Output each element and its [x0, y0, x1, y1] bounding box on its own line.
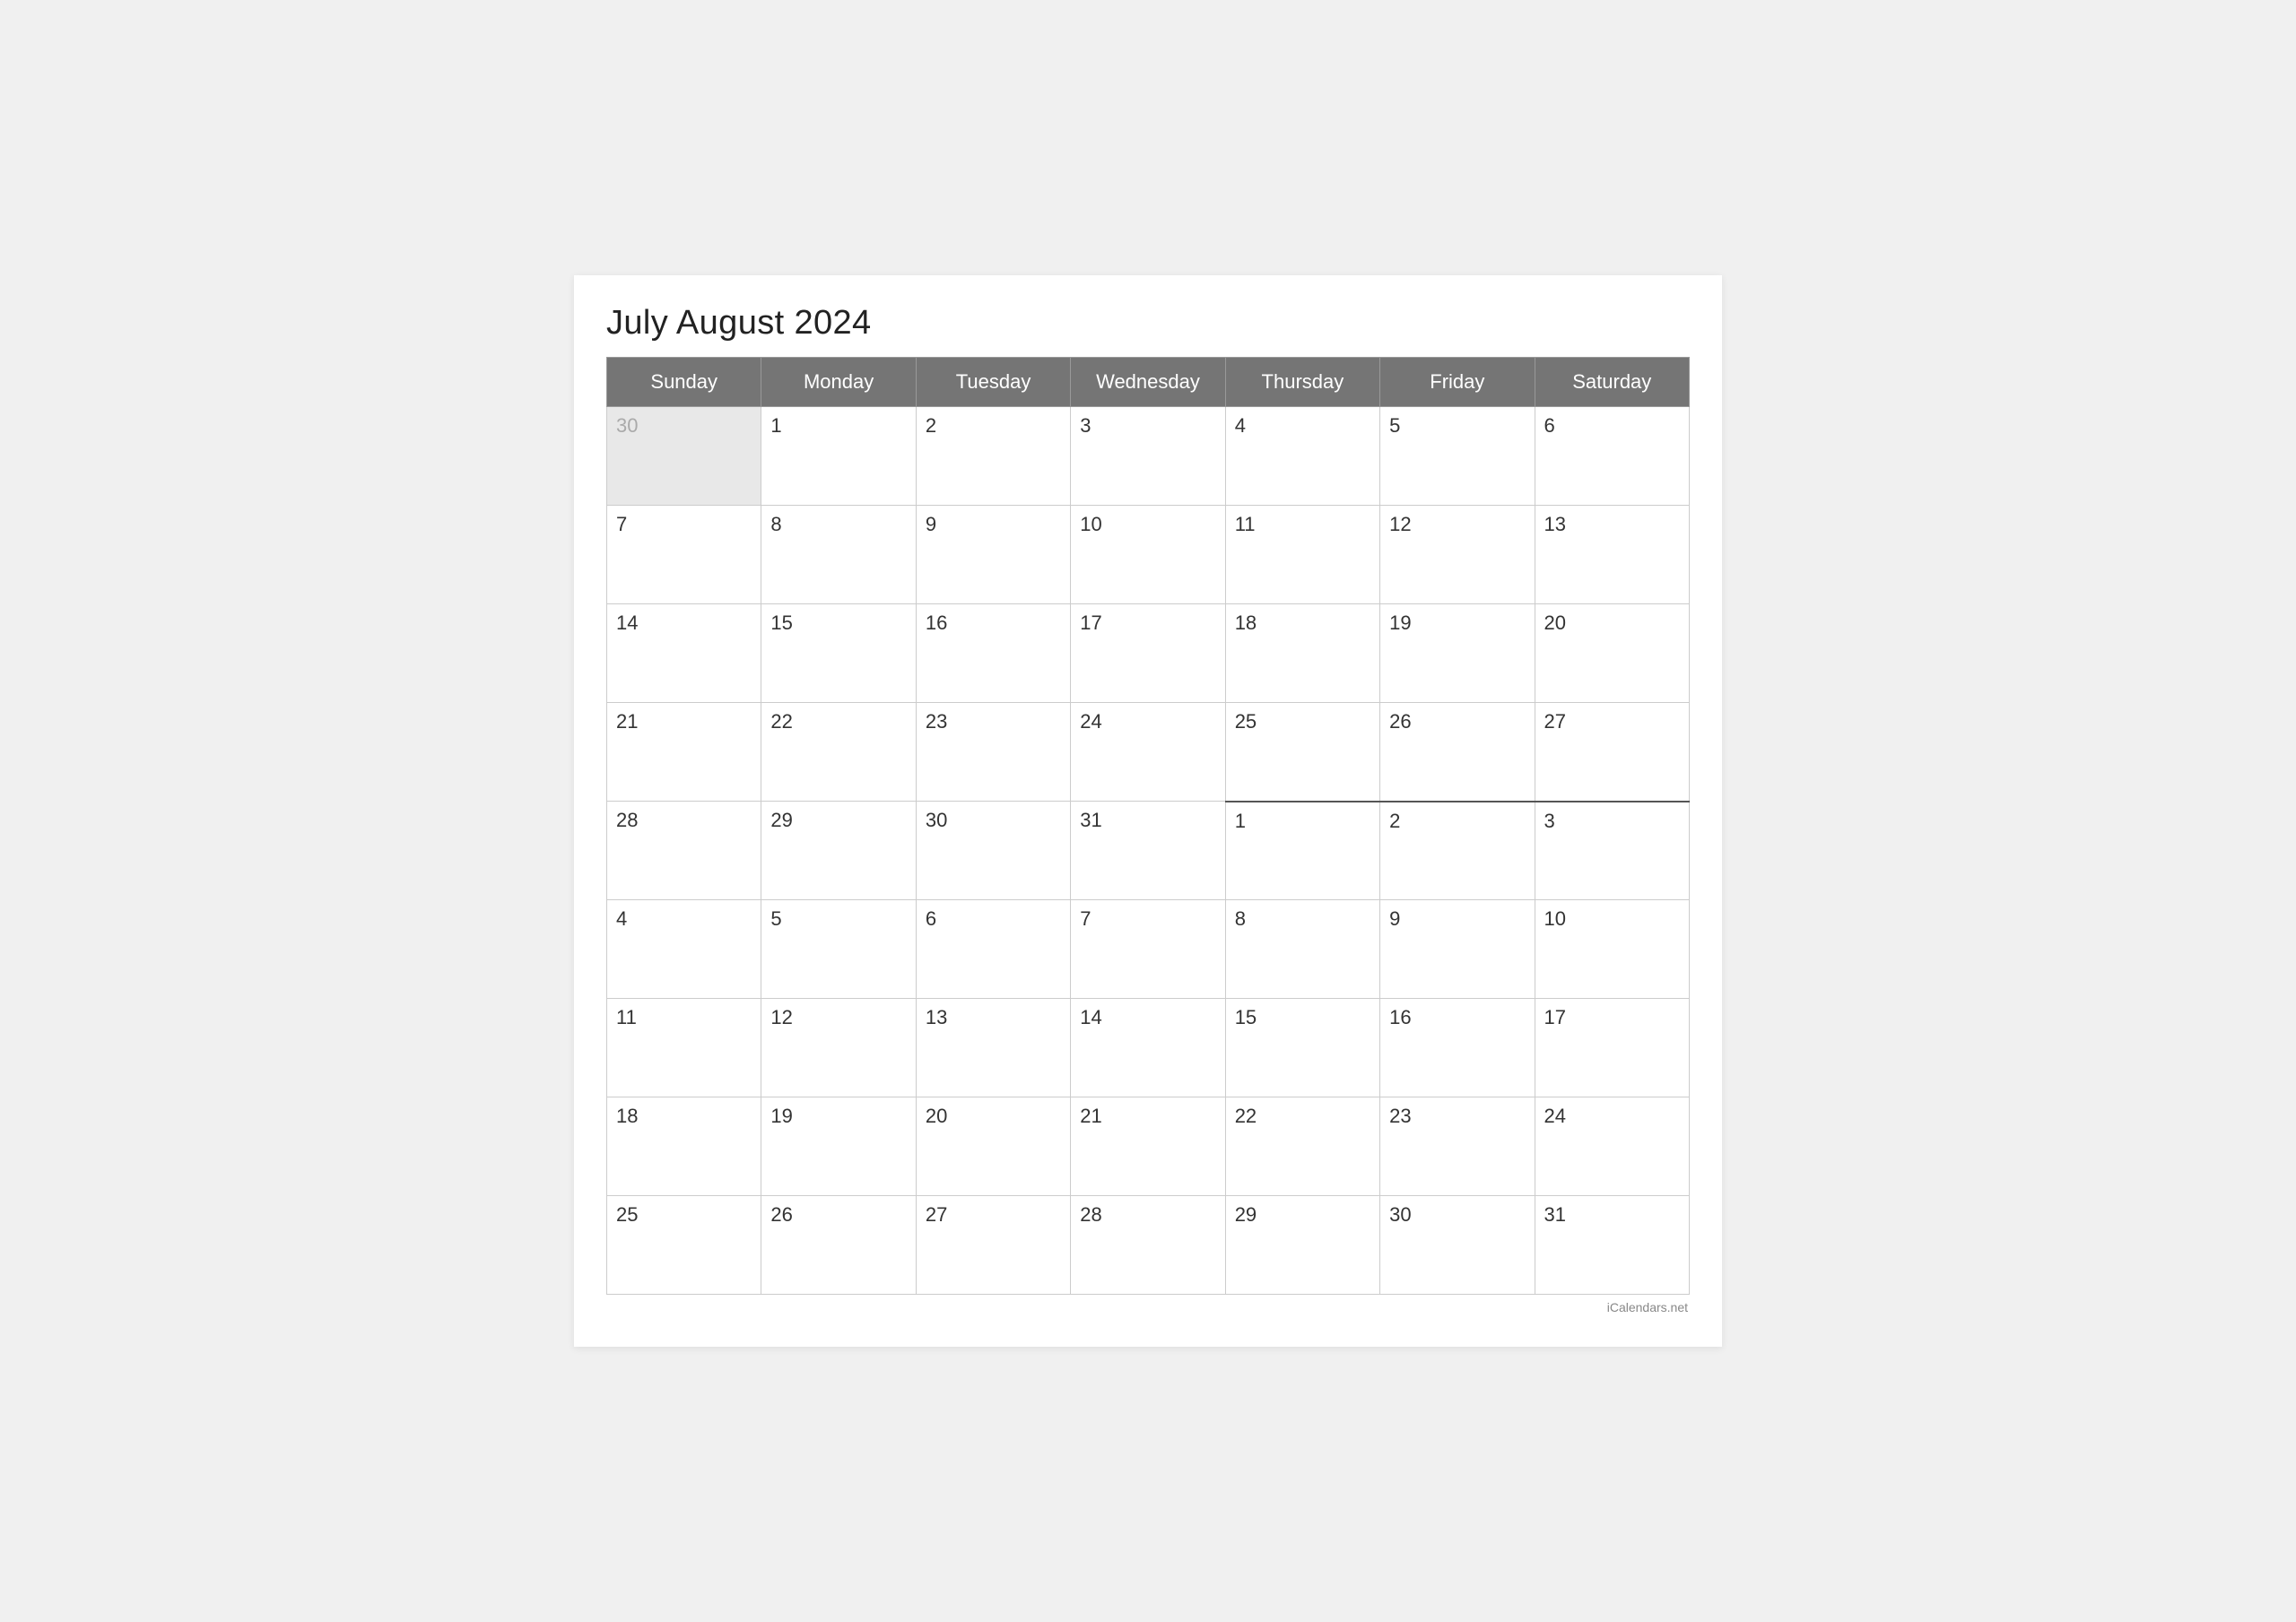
day-header-friday: Friday: [1380, 358, 1535, 407]
calendar-day-cell[interactable]: 16: [1380, 999, 1535, 1097]
calendar-week-row: 45678910: [607, 900, 1690, 999]
calendar-day-cell[interactable]: 14: [1071, 999, 1225, 1097]
day-header-tuesday: Tuesday: [916, 358, 1070, 407]
calendar-day-cell[interactable]: 15: [1225, 999, 1379, 1097]
day-header-monday: Monday: [761, 358, 916, 407]
calendar-day-cell[interactable]: 24: [1071, 703, 1225, 802]
calendar-day-cell[interactable]: 27: [916, 1196, 1070, 1295]
calendar-day-cell[interactable]: 16: [916, 604, 1070, 703]
calendar-title: July August 2024: [606, 304, 1690, 343]
calendar-day-cell[interactable]: 21: [607, 703, 761, 802]
calendar-day-cell[interactable]: 26: [1380, 703, 1535, 802]
calendar-day-cell[interactable]: 8: [1225, 900, 1379, 999]
calendar-day-cell[interactable]: 19: [1380, 604, 1535, 703]
calendar-day-cell[interactable]: 4: [607, 900, 761, 999]
calendar-day-cell[interactable]: 12: [1380, 506, 1535, 604]
calendar-day-cell[interactable]: 26: [761, 1196, 916, 1295]
calendar-day-cell[interactable]: 9: [916, 506, 1070, 604]
calendar-day-cell[interactable]: 13: [916, 999, 1070, 1097]
calendar-week-row: 14151617181920: [607, 604, 1690, 703]
calendar-day-cell[interactable]: 29: [1225, 1196, 1379, 1295]
calendar-week-row: 28293031123: [607, 802, 1690, 900]
calendar-week-row: 78910111213: [607, 506, 1690, 604]
calendar-day-cell[interactable]: 7: [1071, 900, 1225, 999]
calendar-day-cell[interactable]: 22: [761, 703, 916, 802]
calendar-week-row: 11121314151617: [607, 999, 1690, 1097]
calendar-day-cell[interactable]: 22: [1225, 1097, 1379, 1196]
calendar-day-cell[interactable]: 18: [1225, 604, 1379, 703]
calendar-day-cell[interactable]: 10: [1071, 506, 1225, 604]
calendar-week-row: 25262728293031: [607, 1196, 1690, 1295]
calendar-day-cell[interactable]: 23: [1380, 1097, 1535, 1196]
day-header-sunday: Sunday: [607, 358, 761, 407]
day-header-wednesday: Wednesday: [1071, 358, 1225, 407]
calendar-day-cell[interactable]: 28: [1071, 1196, 1225, 1295]
calendar-day-cell[interactable]: 10: [1535, 900, 1689, 999]
calendar-day-cell[interactable]: 23: [916, 703, 1070, 802]
calendar-day-cell[interactable]: 7: [607, 506, 761, 604]
calendar-day-cell[interactable]: 4: [1225, 407, 1379, 506]
day-header-thursday: Thursday: [1225, 358, 1379, 407]
calendar-day-cell[interactable]: 8: [761, 506, 916, 604]
calendar-day-cell[interactable]: 9: [1380, 900, 1535, 999]
day-header-saturday: Saturday: [1535, 358, 1689, 407]
calendar-day-cell[interactable]: 2: [916, 407, 1070, 506]
calendar-day-cell[interactable]: 14: [607, 604, 761, 703]
days-header-row: SundayMondayTuesdayWednesdayThursdayFrid…: [607, 358, 1690, 407]
calendar-day-cell[interactable]: 12: [761, 999, 916, 1097]
calendar-day-cell[interactable]: 31: [1071, 802, 1225, 900]
calendar-day-cell[interactable]: 13: [1535, 506, 1689, 604]
calendar-day-cell[interactable]: 30: [607, 407, 761, 506]
calendar-container: July August 2024 SundayMondayTuesdayWedn…: [574, 275, 1722, 1347]
calendar-week-row: 18192021222324: [607, 1097, 1690, 1196]
calendar-day-cell[interactable]: 24: [1535, 1097, 1689, 1196]
calendar-day-cell[interactable]: 2: [1380, 802, 1535, 900]
calendar-week-row: 30123456: [607, 407, 1690, 506]
calendar-day-cell[interactable]: 18: [607, 1097, 761, 1196]
calendar-day-cell[interactable]: 30: [916, 802, 1070, 900]
calendar-day-cell[interactable]: 17: [1535, 999, 1689, 1097]
calendar-day-cell[interactable]: 30: [1380, 1196, 1535, 1295]
calendar-day-cell[interactable]: 5: [1380, 407, 1535, 506]
calendar-day-cell[interactable]: 1: [761, 407, 916, 506]
calendar-day-cell[interactable]: 25: [607, 1196, 761, 1295]
calendar-day-cell[interactable]: 25: [1225, 703, 1379, 802]
calendar-day-cell[interactable]: 5: [761, 900, 916, 999]
calendar-day-cell[interactable]: 19: [761, 1097, 916, 1196]
calendar-day-cell[interactable]: 31: [1535, 1196, 1689, 1295]
calendar-day-cell[interactable]: 17: [1071, 604, 1225, 703]
calendar-day-cell[interactable]: 20: [1535, 604, 1689, 703]
calendar-week-row: 21222324252627: [607, 703, 1690, 802]
calendar-day-cell[interactable]: 27: [1535, 703, 1689, 802]
calendar-day-cell[interactable]: 3: [1535, 802, 1689, 900]
calendar-day-cell[interactable]: 6: [1535, 407, 1689, 506]
watermark: iCalendars.net: [606, 1300, 1690, 1314]
calendar-day-cell[interactable]: 28: [607, 802, 761, 900]
calendar-day-cell[interactable]: 21: [1071, 1097, 1225, 1196]
calendar-day-cell[interactable]: 15: [761, 604, 916, 703]
calendar-day-cell[interactable]: 11: [1225, 506, 1379, 604]
calendar-day-cell[interactable]: 29: [761, 802, 916, 900]
calendar-day-cell[interactable]: 20: [916, 1097, 1070, 1196]
calendar-day-cell[interactable]: 3: [1071, 407, 1225, 506]
calendar-table: SundayMondayTuesdayWednesdayThursdayFrid…: [606, 357, 1690, 1295]
calendar-day-cell[interactable]: 11: [607, 999, 761, 1097]
calendar-day-cell[interactable]: 1: [1225, 802, 1379, 900]
calendar-day-cell[interactable]: 6: [916, 900, 1070, 999]
